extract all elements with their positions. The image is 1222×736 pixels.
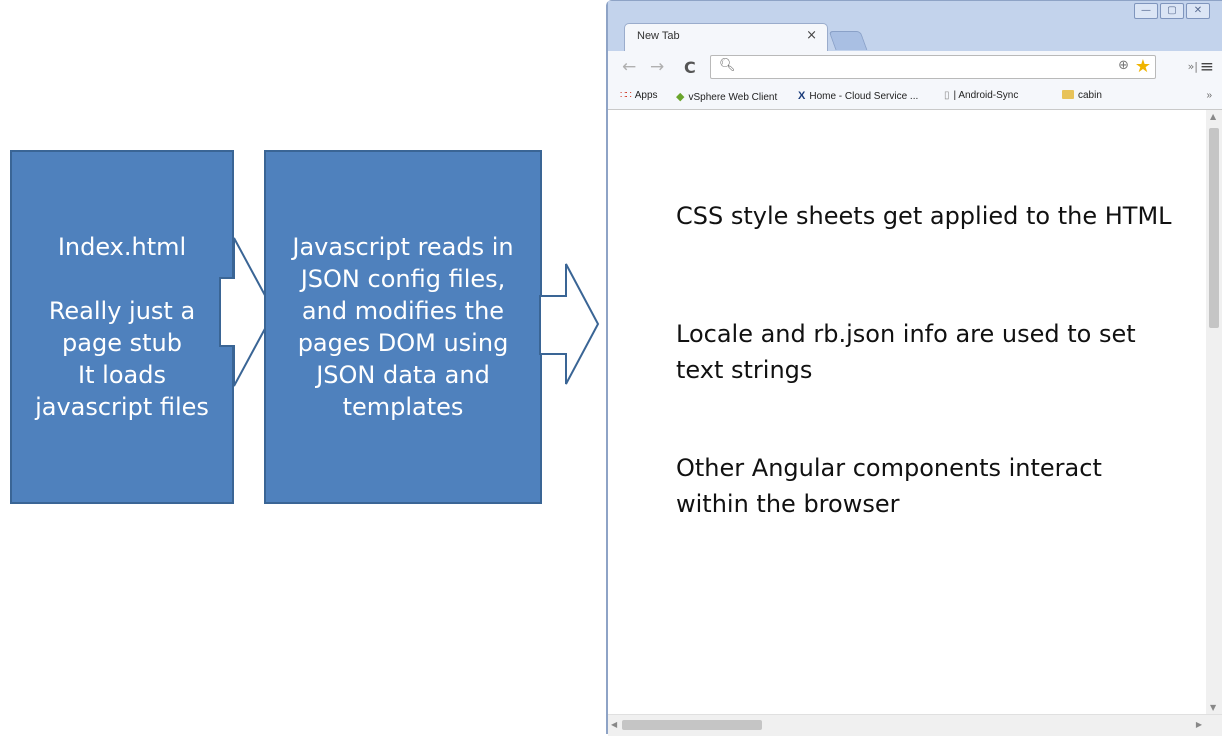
box2-line-4: pages DOM using [297,329,509,357]
content-paragraph-2: Locale and rb.json info are used to set … [676,320,1136,384]
extensions-icon[interactable]: »| [1188,60,1198,73]
scroll-left-icon[interactable]: ◀ [611,720,617,729]
content-paragraph-3: Other Angular components interact within… [676,454,1102,518]
forward-arrow-icon[interactable]: → [650,57,664,77]
menu-icon[interactable]: ≡ [1200,57,1214,77]
search-icon: 🔍︎ [719,58,736,73]
bookmark-cabin[interactable]: cabin [1062,90,1102,101]
bookmark-label: Apps [634,90,658,101]
vsphere-icon: ◆ [676,91,685,103]
box2-line-5: JSON data and [316,361,490,389]
apps-grid-icon: ∷∷ [620,90,632,101]
bookmark-cloud-service[interactable]: X Home - Cloud Service ... [798,90,918,102]
vertical-scrollbar[interactable]: ▲ ▼ [1206,110,1222,714]
bookmark-label: Home - Cloud Service ... [809,91,919,102]
tab-title: New Tab [637,30,680,42]
back-arrow-icon[interactable]: ← [622,57,636,77]
tab-close-icon[interactable]: × [806,28,817,43]
bookmark-star-icon[interactable]: ★ [1135,56,1151,77]
maximize-icon[interactable]: ▢ [1160,3,1184,19]
zoom-icon[interactable]: ⊕ [1118,58,1129,73]
scroll-right-icon[interactable]: ▶ [1196,720,1202,729]
minimize-icon[interactable]: — [1134,3,1158,19]
bookmark-label: | Android-Sync [953,90,1019,101]
box2-line-3: and modifies the [301,297,505,325]
content-paragraph-1: CSS style sheets get applied to the HTML [676,202,1172,230]
browser-titlebar: New Tab × — ▢ ✕ [608,1,1222,51]
page-content: CSS style sheets get applied to the HTML… [608,110,1206,714]
javascript-box: Javascript reads in JSON config files, a… [264,150,542,504]
box2-line-2: JSON config files, [300,265,506,293]
browser-window: New Tab × — ▢ ✕ ← → C 🔍︎ ⊕ ★ »| ≡ ∷∷ Apps… [606,0,1222,736]
browser-toolbar: ← → C 🔍︎ ⊕ ★ »| ≡ [608,51,1222,85]
bookmark-android-sync[interactable]: ▯ | Android-Sync [944,90,1018,101]
vertical-scroll-thumb[interactable] [1209,128,1219,328]
bookmark-label: cabin [1078,90,1102,101]
cloud-service-icon: X [798,90,806,102]
index-html-box: Index.html Really just a page stub It lo… [10,150,234,504]
page-icon: ▯ [944,90,950,101]
close-window-icon[interactable]: ✕ [1186,3,1210,19]
scroll-up-icon[interactable]: ▲ [1210,112,1216,121]
tab-new-tab[interactable]: New Tab × [624,23,828,51]
horizontal-scrollbar[interactable]: ◀ ▶ [608,714,1222,736]
bookmark-apps[interactable]: ∷∷ Apps [620,90,658,101]
horizontal-scroll-thumb[interactable] [622,720,762,730]
new-tab-button[interactable] [828,31,868,50]
box1-line-4: javascript files [35,393,209,421]
bookmark-label: vSphere Web Client [688,92,778,103]
box1-title: Index.html [57,233,187,261]
scroll-down-icon[interactable]: ▼ [1210,703,1216,712]
address-bar[interactable]: 🔍︎ ⊕ ★ [710,55,1156,79]
bookmarks-more-icon[interactable]: » [1206,90,1212,101]
arrow-2-icon [539,263,600,385]
bookmark-vsphere[interactable]: ◆ vSphere Web Client [676,90,777,103]
box1-line-3: It loads [78,361,166,389]
window-controls: — ▢ ✕ [1132,3,1210,19]
box1-line-2: page stub [62,329,182,357]
folder-icon [1062,90,1074,99]
box2-line-1: Javascript reads in [292,233,514,261]
reload-icon[interactable]: C [684,58,696,77]
bookmarks-bar: ∷∷ Apps ◆ vSphere Web Client X Home - Cloud… [608,85,1222,110]
box2-line-6: templates [342,393,464,421]
box1-line-1: Really just a [48,297,196,325]
